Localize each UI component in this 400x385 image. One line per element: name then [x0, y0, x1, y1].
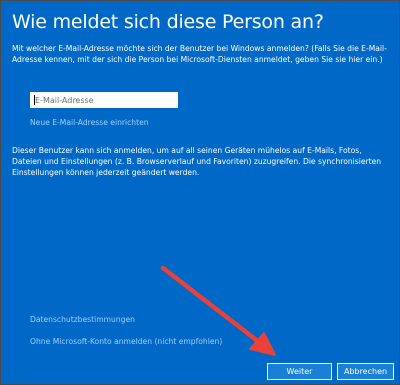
new-email-link[interactable]: Neue E-Mail-Adresse einrichten	[30, 118, 149, 127]
email-input[interactable]	[30, 92, 178, 108]
add-user-dialog: Wie meldet sich diese Person an? Mit wel…	[0, 0, 400, 385]
privacy-link[interactable]: Datenschutzbestimmungen	[30, 315, 135, 324]
dialog-title: Wie meldet sich diese Person an?	[12, 11, 324, 33]
no-microsoft-account-link[interactable]: Ohne Microsoft-Konto anmelden (nicht emp…	[30, 337, 222, 346]
next-button[interactable]: Weiter	[267, 363, 332, 380]
sync-info-text: Dieser Benutzer kann sich anmelden, um a…	[12, 146, 382, 177]
cancel-button[interactable]: Abbrechen	[337, 363, 394, 380]
dialog-description: Mit welcher E-Mail-Adresse möchte sich d…	[12, 44, 387, 64]
text-cursor	[34, 95, 35, 105]
